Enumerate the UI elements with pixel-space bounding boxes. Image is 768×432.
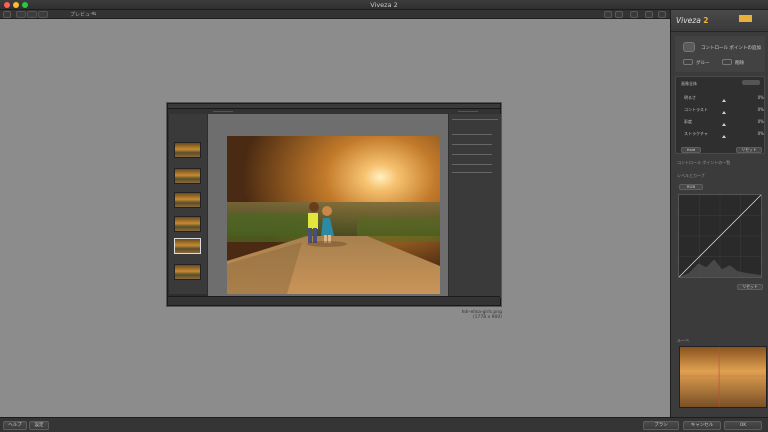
channel-select[interactable]: RGB <box>679 184 703 190</box>
global-adjustments-section: 画像全体 明るさ 0% コントラスト 0% 彩度 0% ストラクチャ 0% Ho… <box>675 76 765 154</box>
slider-value: 0% <box>757 131 764 136</box>
embedded-side-panel <box>449 114 501 298</box>
slider-handle[interactable] <box>722 111 726 114</box>
brush-button[interactable]: ブラシ <box>643 421 679 430</box>
view-side-button[interactable] <box>38 11 48 18</box>
curve-reset-button[interactable]: リセット <box>737 284 763 290</box>
global-adjust-title: 画像全体 <box>681 81 697 86</box>
window-title: Viveza 2 <box>370 1 398 9</box>
slider-label: 明るさ <box>684 95 696 100</box>
global-reset-button[interactable]: リセット <box>736 147 762 153</box>
zoom-icon[interactable] <box>604 11 612 18</box>
delete-icon[interactable] <box>722 59 732 65</box>
brand-logo: Viveza 2 <box>676 16 709 25</box>
slider-handle[interactable] <box>722 123 726 126</box>
add-control-point-section: コントロール ポイントの追加 グルー 削除 <box>675 36 765 72</box>
help-icon[interactable] <box>658 11 666 18</box>
brand-badge <box>739 15 752 22</box>
group-icon[interactable] <box>683 59 693 65</box>
hand-tool-icon[interactable] <box>3 11 11 18</box>
slider-value: 0% <box>757 107 764 112</box>
slider-value: 0% <box>757 119 764 124</box>
loupe-header[interactable]: ルーペ <box>677 338 689 344</box>
add-control-point-icon[interactable] <box>683 42 695 52</box>
control-point-list-header[interactable]: コントロール ポイントの一覧 <box>677 160 730 166</box>
view-split-button[interactable] <box>27 11 37 18</box>
slider-label: 彩度 <box>684 119 692 124</box>
embedded-bottom-bar <box>168 296 500 305</box>
hold-button[interactable]: Hold <box>681 147 701 153</box>
slider-handle[interactable] <box>722 99 726 102</box>
loupe-icon[interactable] <box>630 11 638 18</box>
compare-icon[interactable] <box>615 11 623 18</box>
view-single-button[interactable] <box>16 11 26 18</box>
slider-handle[interactable] <box>722 135 726 138</box>
edited-photo[interactable] <box>227 136 440 294</box>
slider-brightness[interactable]: 明るさ 0% <box>684 95 764 104</box>
embedded-thumbnail <box>174 264 201 280</box>
settings-icon[interactable] <box>645 11 653 18</box>
delete-button[interactable]: 削除 <box>735 60 744 66</box>
levels-curves-header[interactable]: レベルとカーブ <box>677 173 705 179</box>
embedded-thumbnail <box>174 192 201 208</box>
embedded-thumbnail <box>174 168 201 184</box>
embedded-thumbnail-strip <box>169 114 207 294</box>
slider-label: コントラスト <box>684 107 708 112</box>
loupe-preview <box>679 346 767 408</box>
group-button[interactable]: グルー <box>696 60 710 66</box>
settings-button[interactable]: 設定 <box>29 421 49 430</box>
help-button[interactable]: ヘルプ <box>3 421 27 430</box>
control-panel: Viveza 2 コントロール ポイントの追加 グルー 削除 画像全体 明るさ … <box>670 10 768 417</box>
panel-header: Viveza 2 <box>671 10 768 32</box>
cancel-button[interactable]: キャンセル <box>683 421 721 430</box>
embedded-thumbnail <box>174 216 201 232</box>
add-control-point-button[interactable]: コントロール ポイントの追加 <box>701 45 761 51</box>
app-window: Viveza 2 プレビュー ⇆ hdr-elisa-girls.png (17… <box>0 0 768 432</box>
slider-label: ストラクチャ <box>684 131 708 136</box>
ok-button[interactable]: OK <box>724 421 762 430</box>
embedded-thumbnail <box>174 142 201 158</box>
bottom-bar: ヘルプ 設定 ブラシ キャンセル OK <box>0 417 768 432</box>
global-toggle[interactable] <box>742 80 760 85</box>
top-toolbar: プレビュー ⇆ <box>0 10 670 19</box>
slider-saturation[interactable]: 彩度 0% <box>684 119 764 128</box>
title-bar: Viveza 2 <box>0 0 768 10</box>
slider-value: 0% <box>757 95 764 100</box>
embedded-thumbnail <box>174 238 201 254</box>
preview-arrow-icon[interactable]: ⇆ <box>92 11 96 17</box>
curves-graph[interactable] <box>678 194 762 278</box>
image-dimensions: (1778 x 900) <box>472 315 502 320</box>
slider-contrast[interactable]: コントラスト 0% <box>684 107 764 116</box>
slider-structure[interactable]: ストラクチャ 0% <box>684 131 764 140</box>
